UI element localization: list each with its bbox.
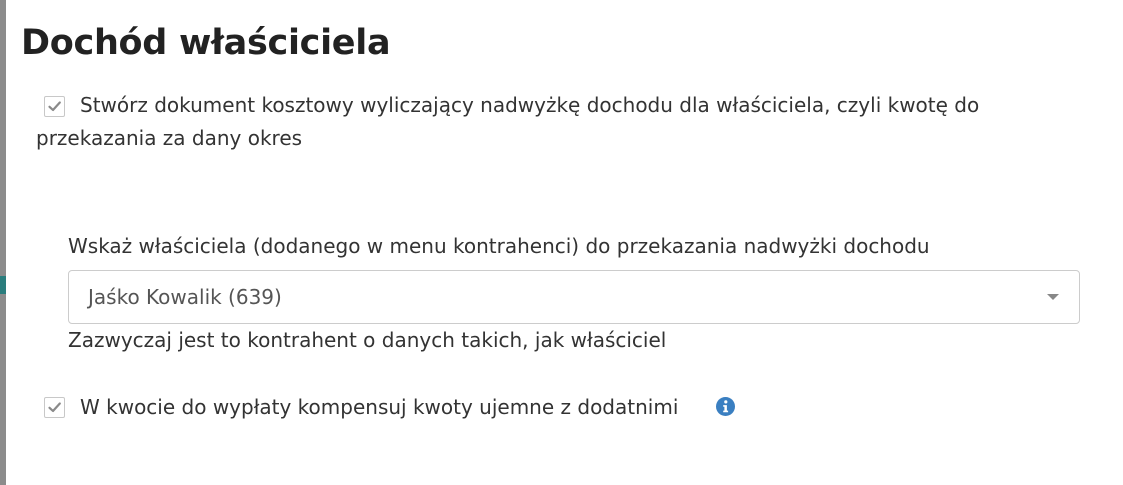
compensate-amounts-label: W kwocie do wypłaty kompensuj kwoty ujem… xyxy=(80,395,679,419)
owner-select-label: Wskaż właściciela (dodanego w menu kontr… xyxy=(68,234,930,258)
compensate-amounts-checkbox[interactable] xyxy=(44,397,65,418)
create-cost-document-label-continued: przekazania za dany okres xyxy=(36,126,303,150)
owner-select[interactable]: Jaśko Kowalik (639) xyxy=(68,270,1080,324)
check-icon xyxy=(48,101,61,112)
owner-select-value: Jaśko Kowalik (639) xyxy=(88,285,282,309)
backdrop-content-fragment xyxy=(0,276,6,294)
owner-select-hint: Zazwyczaj jest to kontrahent o danych ta… xyxy=(68,328,667,352)
owner-income-dialog: Dochód właściciela Stwórz dokument koszt… xyxy=(0,0,1123,485)
check-icon xyxy=(48,402,61,413)
create-cost-document-label: Stwórz dokument kosztowy wyliczający nad… xyxy=(80,93,980,117)
dialog-title: Dochód właściciela xyxy=(21,23,391,63)
create-cost-document-checkbox[interactable] xyxy=(44,96,65,117)
info-icon[interactable] xyxy=(716,397,735,416)
modal-backdrop-edge xyxy=(0,0,6,485)
caret-down-icon xyxy=(1047,294,1059,300)
